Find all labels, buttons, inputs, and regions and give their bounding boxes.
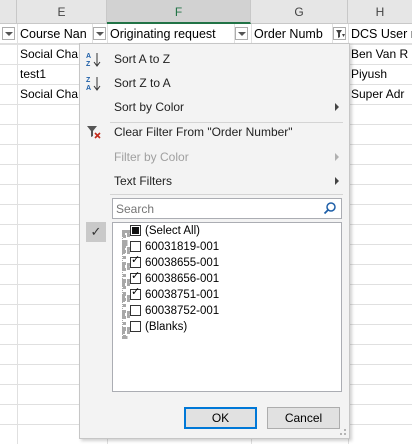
- value-checkbox[interactable]: [130, 321, 141, 332]
- list-item[interactable]: ✓ 60038655-001: [113, 255, 341, 271]
- submenu-arrow-icon: [335, 177, 339, 185]
- value-checkbox[interactable]: [130, 241, 141, 252]
- list-item-label: (Blanks): [145, 321, 188, 333]
- menu-filter-by-color: Filter by Color: [80, 145, 349, 169]
- value-checkbox[interactable]: ✓: [130, 271, 141, 284]
- svg-text:Z: Z: [86, 61, 91, 68]
- sort-by-color-label: Sort by Color: [114, 100, 185, 114]
- text-filters-label: Text Filters: [114, 174, 173, 188]
- list-item[interactable]: 60038752-001: [113, 303, 341, 319]
- menu-sort-z-to-a[interactable]: Z A Sort Z to A: [80, 71, 349, 95]
- header-cell-dcs-user[interactable]: DCS User n: [348, 24, 412, 44]
- search-box: [112, 198, 342, 219]
- list-item-label: 60038656-001: [145, 273, 220, 285]
- column-header-e[interactable]: E: [17, 0, 107, 24]
- row-header-corner[interactable]: [0, 0, 17, 24]
- filter-dropdown-originating[interactable]: [235, 27, 248, 40]
- svg-text:Z: Z: [86, 77, 91, 84]
- menu-separator: [110, 194, 343, 195]
- value-checkbox[interactable]: [130, 305, 141, 316]
- ok-button[interactable]: OK: [184, 407, 257, 429]
- sort-ascending-icon: A Z: [86, 51, 102, 68]
- column-header-g[interactable]: G: [251, 0, 348, 24]
- list-item[interactable]: ✓ 60038751-001: [113, 287, 341, 303]
- cell-user[interactable]: Piyush: [348, 64, 412, 84]
- header-cell-course[interactable]: Course Nan: [17, 24, 93, 44]
- table-header-row: Course Nan Originating request Order Num…: [0, 24, 412, 44]
- select-all-checkbox[interactable]: [130, 225, 141, 236]
- svg-text:A: A: [86, 85, 91, 92]
- list-item-label: 60038751-001: [145, 289, 220, 301]
- filter-dropdown-d[interactable]: [2, 27, 15, 40]
- checkmark-icon: ✓: [86, 222, 106, 242]
- filter-values-list[interactable]: (Select All) 60031819-001 ✓ 60038655-001…: [112, 222, 342, 392]
- filter-by-color-label: Filter by Color: [114, 150, 189, 164]
- sort-descending-icon: Z A: [86, 75, 102, 92]
- value-checkbox[interactable]: ✓: [130, 287, 141, 300]
- submenu-arrow-icon: [335, 153, 339, 161]
- resize-grip-icon[interactable]: [339, 428, 347, 436]
- cell-user[interactable]: Ben Van R: [348, 44, 412, 64]
- column-header-f[interactable]: F: [107, 0, 251, 24]
- sort-a-to-z-label: Sort A to Z: [114, 52, 171, 66]
- filter-dropdown-course[interactable]: [93, 27, 106, 40]
- submenu-arrow-icon: [335, 103, 339, 111]
- autofilter-menu: A Z Sort A to Z Z A Sort Z to A Sort by …: [79, 43, 350, 439]
- column-header-bar: E F G H: [0, 0, 412, 24]
- list-item[interactable]: 60031819-001: [113, 239, 341, 255]
- sort-z-to-a-label: Sort Z to A: [114, 76, 171, 90]
- header-cell-order-number[interactable]: Order Numb: [251, 24, 333, 44]
- list-item-label: 60031819-001: [145, 241, 220, 253]
- list-item-label: (Select All): [145, 225, 200, 237]
- list-item-select-all[interactable]: (Select All): [113, 223, 341, 239]
- list-item[interactable]: ✓ 60038656-001: [113, 271, 341, 287]
- cell-user[interactable]: Super Adr: [348, 84, 412, 104]
- svg-text:A: A: [86, 53, 91, 60]
- search-input[interactable]: [113, 199, 313, 218]
- list-item-label: 60038655-001: [145, 257, 220, 269]
- cancel-button[interactable]: Cancel: [267, 407, 340, 429]
- list-item[interactable]: (Blanks): [113, 319, 341, 335]
- search-icon: [323, 202, 336, 215]
- header-cell-originating[interactable]: Originating request: [107, 24, 235, 44]
- clear-filter-label: Clear Filter From "Order Number": [114, 125, 293, 139]
- filter-applied-dropdown-order-number[interactable]: [333, 27, 346, 40]
- column-header-h[interactable]: H: [348, 0, 412, 24]
- value-checkbox[interactable]: ✓: [130, 255, 141, 268]
- menu-sort-by-color[interactable]: Sort by Color: [80, 95, 349, 119]
- filter-funnel-icon: [336, 30, 345, 38]
- menu-sort-a-to-z[interactable]: A Z Sort A to Z: [80, 47, 349, 71]
- menu-clear-filter[interactable]: Clear Filter From "Order Number": [80, 120, 349, 144]
- list-item-label: 60038752-001: [145, 305, 220, 317]
- clear-filter-icon: [86, 124, 102, 140]
- menu-text-filters[interactable]: Text Filters: [80, 169, 349, 193]
